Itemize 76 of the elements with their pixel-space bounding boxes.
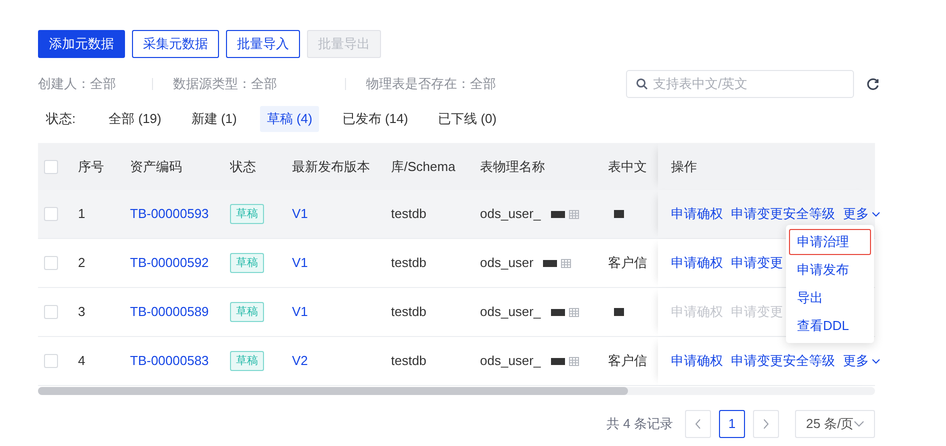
menu-item[interactable]: 导出 bbox=[789, 285, 871, 311]
more-menu-link[interactable]: 更多 bbox=[843, 351, 880, 371]
next-page-button[interactable] bbox=[753, 410, 779, 438]
column-header: 库/Schema bbox=[391, 158, 456, 176]
column-header: 最新发布版本 bbox=[292, 158, 370, 176]
table-cell-text: testdb bbox=[391, 303, 426, 322]
table-cell-text: 客户信 bbox=[608, 352, 647, 370]
status-tab[interactable]: 已发布 (14) bbox=[335, 106, 416, 132]
column-header: 表物理名称 bbox=[480, 158, 545, 176]
status-tag: 草稿 bbox=[230, 204, 264, 224]
table-cell-text: ods_user_ bbox=[480, 205, 541, 224]
version-link[interactable]: V1 bbox=[292, 204, 308, 224]
status-tab[interactable]: 草稿 (4) bbox=[260, 106, 320, 132]
previous-page-button[interactable] bbox=[685, 410, 711, 438]
table-icon bbox=[568, 308, 579, 316]
status-label: 状态: bbox=[46, 110, 76, 128]
chevron-down-icon bbox=[872, 212, 880, 216]
action-link[interactable]: 申请变更安全等级 bbox=[731, 351, 835, 371]
record-count: 共 4 条记录 bbox=[606, 415, 673, 434]
chevron-left-icon bbox=[695, 419, 701, 429]
column-header: 表中文 bbox=[608, 158, 647, 176]
status-tag: 草稿 bbox=[230, 253, 264, 273]
search-input[interactable]: 支持表中文/英文 bbox=[653, 74, 833, 94]
checkbox[interactable] bbox=[44, 354, 58, 368]
table-cell-text: 3 bbox=[78, 303, 86, 322]
table-cell-text: 1 bbox=[78, 205, 86, 224]
column-header: 状态 bbox=[230, 158, 256, 176]
chevron-right-icon bbox=[763, 419, 769, 429]
version-link[interactable]: V1 bbox=[292, 253, 308, 273]
table-cell-text: testdb bbox=[391, 254, 426, 272]
version-link[interactable]: V2 bbox=[292, 351, 308, 371]
table-cell-text: testdb bbox=[391, 205, 426, 224]
page-size-select[interactable]: 25 条/页 bbox=[795, 410, 875, 438]
import-button[interactable]: 批量导入 bbox=[226, 30, 300, 58]
action-link[interactable]: 申请确权 bbox=[671, 351, 723, 371]
action-link[interactable]: 申请确权 bbox=[671, 253, 723, 273]
table-cell-text: ods_user bbox=[480, 254, 534, 272]
status-tab[interactable]: 已下线 (0) bbox=[431, 106, 504, 132]
action-link[interactable]: 申请变更安全等级 bbox=[731, 204, 835, 224]
table-icon bbox=[561, 258, 572, 268]
table-cell-text: 2 bbox=[78, 254, 86, 272]
table-cell-text: 客户信 bbox=[608, 254, 647, 272]
page-button[interactable]: 1 bbox=[719, 410, 745, 438]
checkbox[interactable] bbox=[44, 207, 58, 221]
action-link[interactable]: 申请变更 bbox=[731, 253, 783, 273]
add-metadata-button[interactable]: 添加元数据 bbox=[38, 30, 125, 58]
action-link[interactable]: 申请确权 bbox=[671, 204, 723, 224]
table-icon bbox=[568, 356, 579, 366]
menu-item[interactable]: 申请治理 bbox=[789, 229, 871, 255]
search-icon bbox=[636, 78, 648, 90]
table-cell-text: ods_user_ bbox=[480, 352, 541, 370]
scrollbar-thumb[interactable] bbox=[38, 387, 628, 395]
chevron-down-icon bbox=[854, 421, 864, 427]
table-icon bbox=[568, 210, 579, 218]
more-menu-link[interactable]: 更多 bbox=[843, 204, 880, 224]
status-tab[interactable]: 新建 (1) bbox=[184, 106, 244, 132]
menu-item[interactable]: 查看DDL bbox=[789, 313, 871, 339]
status-tag: 草稿 bbox=[230, 351, 264, 371]
asset-code-link[interactable]: TB-00000593 bbox=[130, 204, 209, 224]
status-tag: 草稿 bbox=[230, 302, 264, 322]
asset-code-link[interactable]: TB-00000592 bbox=[130, 253, 209, 273]
asset-code-link[interactable]: TB-00000583 bbox=[130, 351, 209, 371]
checkbox[interactable] bbox=[44, 256, 58, 270]
column-header: 序号 bbox=[78, 158, 104, 176]
column-header: 操作 bbox=[671, 158, 697, 176]
table-cell-text: ods_user_ bbox=[480, 303, 541, 322]
menu-item[interactable]: 申请发布 bbox=[789, 257, 871, 283]
chevron-down-icon bbox=[872, 358, 880, 364]
column-header: 资产编码 bbox=[130, 158, 182, 176]
checkbox[interactable] bbox=[44, 160, 58, 174]
table-cell-text: testdb bbox=[391, 352, 426, 370]
table-cell-text: 4 bbox=[78, 352, 86, 370]
search-field[interactable]: 支持表中文/英文 bbox=[626, 70, 854, 98]
status-tab[interactable]: 全部 (19) bbox=[102, 106, 168, 132]
collect-metadata-button[interactable]: 采集元数据 bbox=[132, 30, 219, 58]
refresh-icon[interactable] bbox=[867, 78, 879, 90]
